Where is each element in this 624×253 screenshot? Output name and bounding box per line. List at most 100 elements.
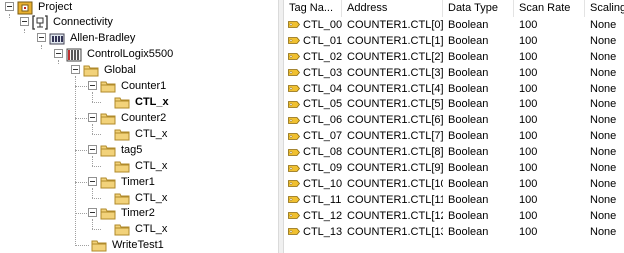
cell-data-type: Boolean bbox=[448, 225, 489, 238]
tree-line bbox=[92, 124, 93, 134]
collapse-toggle-timer2[interactable] bbox=[88, 208, 97, 217]
tree-item-tag5-ctl[interactable]: CTL_x bbox=[113, 158, 169, 174]
cell-scaling: None bbox=[590, 98, 617, 111]
cell-scaling: None bbox=[590, 18, 617, 31]
tree-label: CTL_x bbox=[135, 128, 168, 140]
tree-item-counter2[interactable]: Counter2 bbox=[99, 110, 168, 126]
cell-scaling: None bbox=[590, 50, 617, 63]
table-row[interactable]: CTL_06 COUNTER1.CTL[6] Boolean 100 None bbox=[284, 112, 624, 128]
collapse-toggle-channel[interactable] bbox=[37, 33, 46, 42]
folder-icon bbox=[113, 191, 130, 206]
column-header-row: Tag Na... Address Data Type Scan Rate Sc… bbox=[284, 0, 624, 17]
tree-item-writetest[interactable]: WriteTest1 bbox=[90, 237, 166, 253]
tree-item-timer2-ctl[interactable]: CTL_x bbox=[113, 221, 169, 237]
tree-item-timer1[interactable]: Timer1 bbox=[99, 174, 157, 190]
tree-item-counter1[interactable]: Counter1 bbox=[99, 78, 168, 94]
tree-line bbox=[41, 45, 42, 49]
cell-address: COUNTER1.CTL[2] bbox=[347, 50, 443, 63]
cell-scan-rate: 100 bbox=[519, 18, 538, 31]
table-row[interactable]: CTL_05 COUNTER1.CTL[5] Boolean 100 None bbox=[284, 97, 624, 113]
column-header-data-type[interactable]: Data Type bbox=[443, 0, 514, 17]
tree-label: Connectivity bbox=[53, 16, 113, 28]
tree-item-project[interactable]: Project bbox=[16, 0, 74, 15]
cell-data-type: Boolean bbox=[448, 130, 489, 143]
tag-icon bbox=[288, 227, 303, 236]
cell-scaling: None bbox=[590, 66, 617, 79]
collapse-toggle-tag5[interactable] bbox=[88, 145, 97, 154]
column-header-scan-rate[interactable]: Scan Rate bbox=[514, 0, 585, 17]
cell-scan-rate: 100 bbox=[519, 177, 538, 190]
collapse-toggle-counter2[interactable] bbox=[88, 113, 97, 122]
table-row[interactable]: CTL_01 COUNTER1.CTL[1] Boolean 100 None bbox=[284, 33, 624, 49]
tree-label: tag5 bbox=[121, 144, 143, 156]
tree-label: Counter1 bbox=[121, 80, 167, 92]
tag-icon bbox=[288, 164, 303, 173]
cell-data-type: Boolean bbox=[448, 50, 489, 63]
tag-icon bbox=[288, 84, 303, 93]
table-row[interactable]: CTL_13 COUNTER1.CTL[13] Boolean 100 None bbox=[284, 224, 624, 240]
cell-address: COUNTER1.CTL[4] bbox=[347, 82, 443, 95]
tree-line bbox=[75, 150, 87, 151]
cell-address: COUNTER1.CTL[10] bbox=[347, 177, 443, 190]
table-row[interactable]: CTL_00 COUNTER1.CTL[0] Boolean 100 None bbox=[284, 17, 624, 33]
table-row[interactable]: CTL_07 COUNTER1.CTL[7] Boolean 100 None bbox=[284, 128, 624, 144]
tree-label: Timer2 bbox=[121, 207, 155, 219]
collapse-toggle-project[interactable] bbox=[5, 2, 14, 11]
collapse-toggle-connectivity[interactable] bbox=[20, 17, 29, 26]
tree-label: Project bbox=[38, 1, 73, 13]
cell-tag-name: CTL_07 bbox=[284, 129, 342, 143]
table-row[interactable]: CTL_10 COUNTER1.CTL[10] Boolean 100 None bbox=[284, 176, 624, 192]
table-row[interactable]: CTL_03 COUNTER1.CTL[3] Boolean 100 None bbox=[284, 65, 624, 81]
table-row[interactable]: CTL_04 COUNTER1.CTL[4] Boolean 100 None bbox=[284, 81, 624, 97]
tree-item-counter1-ctl[interactable]: CTL_x bbox=[113, 94, 171, 110]
project-tree[interactable]: Project Connectivity Allen-Bradley Contr… bbox=[0, 0, 278, 253]
tag-name-text: CTL_09 bbox=[303, 162, 342, 175]
tree-label: CTL_x bbox=[135, 192, 168, 204]
tree-item-timer2[interactable]: Timer2 bbox=[99, 205, 157, 221]
cell-tag-name: CTL_06 bbox=[284, 113, 342, 127]
collapse-toggle-counter1[interactable] bbox=[88, 81, 97, 90]
cell-scaling: None bbox=[590, 34, 617, 47]
cell-address: COUNTER1.CTL[1] bbox=[347, 34, 443, 47]
table-row[interactable]: CTL_12 COUNTER1.CTL[12] Boolean 100 None bbox=[284, 208, 624, 224]
tree-line bbox=[92, 102, 101, 103]
tree-item-device[interactable]: ControlLogix5500 bbox=[65, 46, 175, 62]
cell-scan-rate: 100 bbox=[519, 193, 538, 206]
cell-scan-rate: 100 bbox=[519, 50, 538, 63]
column-header-tag-name[interactable]: Tag Na... bbox=[284, 0, 342, 17]
tree-item-global[interactable]: Global bbox=[82, 62, 138, 78]
cell-data-type: Boolean bbox=[448, 82, 489, 95]
folder-icon bbox=[99, 175, 116, 190]
column-header-address[interactable]: Address bbox=[342, 0, 443, 17]
tree-label: Counter2 bbox=[121, 112, 167, 124]
tag-name-text: CTL_11 bbox=[303, 193, 342, 206]
collapse-toggle-timer1[interactable] bbox=[88, 177, 97, 186]
tree-item-connectivity[interactable]: Connectivity bbox=[31, 14, 115, 30]
tag-list[interactable]: Tag Na... Address Data Type Scan Rate Sc… bbox=[284, 0, 624, 253]
collapse-toggle-device[interactable] bbox=[54, 49, 63, 58]
cell-scaling: None bbox=[590, 130, 617, 143]
folder-icon bbox=[113, 95, 130, 110]
tree-label: Global bbox=[104, 64, 136, 76]
folder-icon bbox=[99, 79, 116, 94]
tree-line bbox=[92, 219, 93, 229]
folder-icon bbox=[113, 159, 130, 174]
tree-item-counter2-ctl[interactable]: CTL_x bbox=[113, 126, 169, 142]
tree-line bbox=[92, 198, 101, 199]
tree-item-timer1-ctl[interactable]: CTL_x bbox=[113, 190, 169, 206]
table-row[interactable]: CTL_08 COUNTER1.CTL[8] Boolean 100 None bbox=[284, 144, 624, 160]
tag-name-text: CTL_12 bbox=[303, 209, 342, 222]
table-row[interactable]: CTL_11 COUNTER1.CTL[11] Boolean 100 None bbox=[284, 192, 624, 208]
cell-scaling: None bbox=[590, 162, 617, 175]
tree-line bbox=[75, 182, 87, 183]
table-row[interactable]: CTL_02 COUNTER1.CTL[2] Boolean 100 None bbox=[284, 49, 624, 65]
cell-tag-name: CTL_10 bbox=[284, 177, 342, 191]
tree-item-tag5[interactable]: tag5 bbox=[99, 142, 144, 158]
tree-item-channel[interactable]: Allen-Bradley bbox=[48, 30, 137, 46]
cell-tag-name: CTL_13 bbox=[284, 225, 342, 239]
column-header-scaling[interactable]: Scaling bbox=[585, 0, 624, 17]
cell-address: COUNTER1.CTL[0] bbox=[347, 18, 443, 31]
table-row[interactable]: CTL_09 COUNTER1.CTL[9] Boolean 100 None bbox=[284, 160, 624, 176]
collapse-toggle-global[interactable] bbox=[71, 65, 80, 74]
tree-line bbox=[75, 245, 89, 246]
